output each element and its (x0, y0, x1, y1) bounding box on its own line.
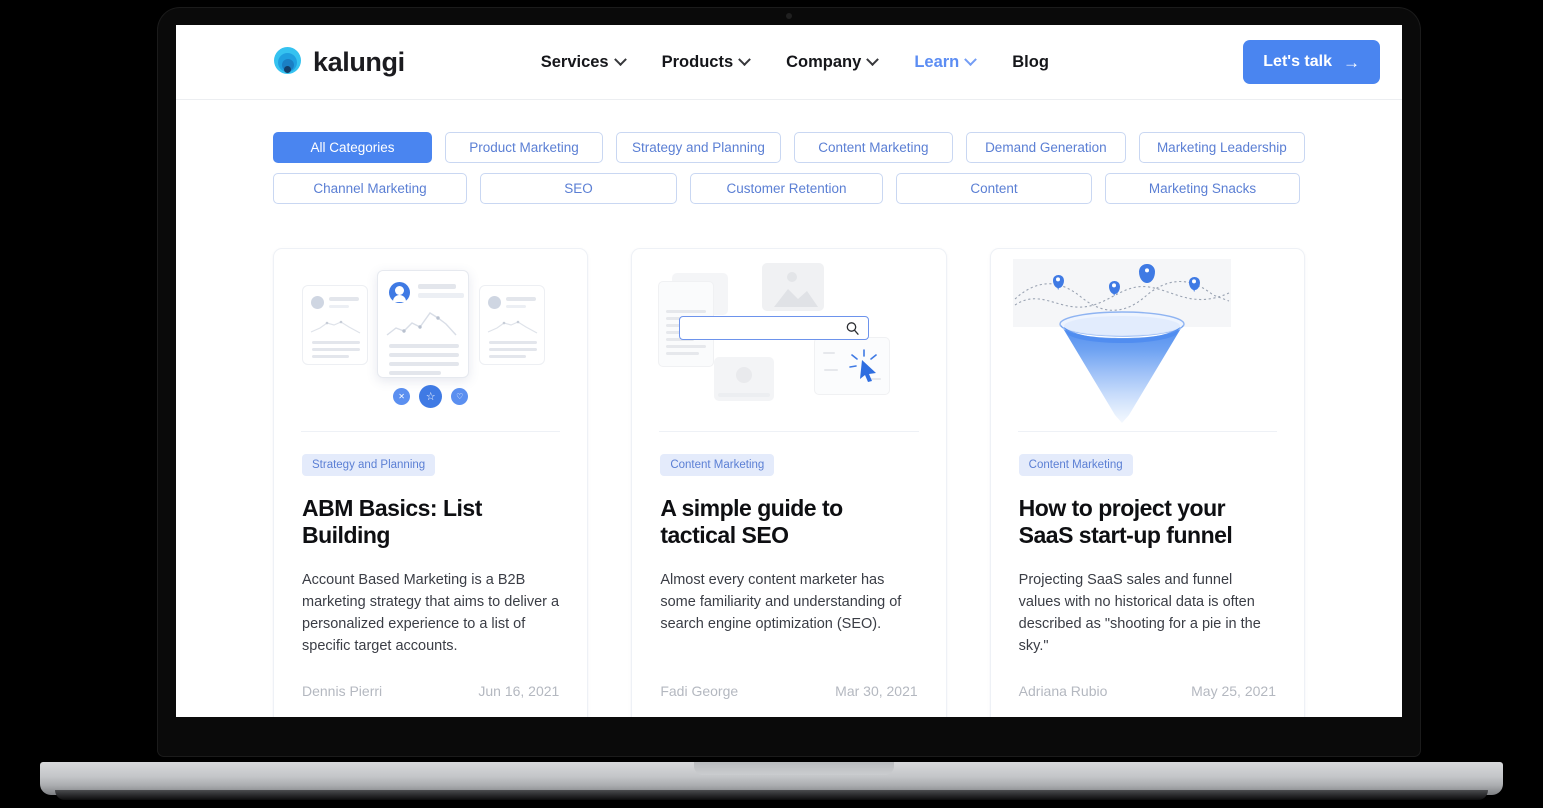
laptop-mockup: kalungi Services Products Company Learn (0, 0, 1543, 808)
location-pin-icon (1052, 275, 1064, 288)
article-grid: ✕ ☆ ♡ Strategy and Planning ABM Basics: … (176, 204, 1402, 717)
laptop-base-shadow (55, 790, 1488, 800)
nav-label: Company (786, 52, 862, 71)
ghost-image-placeholder-2 (714, 357, 775, 401)
kalungi-circles-logo-icon (273, 47, 303, 77)
filter-pill-customer-retention[interactable]: Customer Retention (690, 173, 883, 204)
nav-label: Services (540, 52, 609, 71)
chevron-down-icon (964, 52, 978, 66)
filter-pill-content-marketing[interactable]: Content Marketing (793, 132, 953, 163)
sales-funnel-illustration (991, 249, 1304, 431)
funnel-shape (1058, 311, 1185, 423)
card-footer: Adriana Rubio May 25, 2021 (991, 657, 1304, 717)
category-filter-bar: All Categories Product Marketing Strateg… (176, 100, 1402, 204)
brand-name: kalungi (313, 46, 405, 77)
profile-list-cards-illustration: ✕ ☆ ♡ (274, 249, 587, 431)
card-body: Content Marketing How to project your Sa… (991, 432, 1304, 657)
location-pin-icon (1108, 281, 1120, 294)
card-body: Strategy and Planning ABM Basics: List B… (274, 432, 587, 657)
nav-label: Learn (914, 52, 960, 71)
nav-label: Blog (1012, 52, 1049, 71)
card-author: Adriana Rubio (1018, 682, 1108, 699)
filter-pill-product-marketing[interactable]: Product Marketing (445, 132, 603, 163)
card-tag[interactable]: Content Marketing (660, 454, 775, 476)
main-nav: Services Products Company Learn Blog (541, 53, 1049, 72)
card-author: Dennis Pierri (302, 682, 383, 699)
search-input[interactable] (679, 316, 870, 340)
nav-item-learn[interactable]: Learn (914, 52, 978, 72)
card-body: Content Marketing A simple guide to tact… (632, 432, 945, 657)
location-pin-icon (1138, 264, 1155, 283)
card-title: How to project your SaaS start-up funnel (1018, 495, 1233, 548)
browser-viewport: kalungi Services Products Company Learn (176, 25, 1402, 717)
card-excerpt: Projecting SaaS sales and funnel values … (1018, 571, 1261, 654)
card-date: Mar 30, 2021 (835, 682, 918, 699)
article-card[interactable]: Content Marketing How to project your Sa… (989, 248, 1305, 717)
profile-card-right (479, 285, 545, 365)
card-date: Jun 16, 2021 (478, 682, 560, 699)
card-tag[interactable]: Strategy and Planning (302, 454, 436, 476)
filter-pill-marketing-snacks[interactable]: Marketing Snacks (1105, 173, 1300, 204)
ghost-panel (814, 337, 891, 395)
nav-item-services[interactable]: Services (540, 52, 627, 72)
filter-pill-marketing-leadership[interactable]: Marketing Leadership (1138, 132, 1305, 163)
card-action-row: ✕ ☆ ♡ (274, 385, 587, 408)
nav-item-blog[interactable]: Blog (1012, 53, 1049, 72)
location-pin-icon (1188, 277, 1200, 290)
card-tag[interactable]: Content Marketing (1018, 454, 1133, 476)
card-excerpt: Account Based Marketing is a B2B marketi… (302, 571, 560, 654)
arrow-right-icon: → (1343, 52, 1360, 72)
card-excerpt: Almost every content marketer has some f… (660, 571, 902, 632)
site-header: kalungi Services Products Company Learn (176, 25, 1402, 100)
nav-item-company[interactable]: Company (786, 52, 880, 72)
star-icon[interactable]: ☆ (419, 385, 443, 408)
chevron-down-icon (866, 52, 880, 66)
filter-pill-strategy-planning[interactable]: Strategy and Planning (616, 132, 781, 163)
card-footer: Fadi George Mar 30, 2021 (632, 657, 945, 717)
nav-label: Products (661, 52, 734, 71)
search-bar-seo-illustration (632, 249, 945, 431)
profile-card-left (302, 285, 368, 365)
profile-card-center (377, 270, 469, 378)
card-author: Fadi George (660, 682, 739, 699)
heart-icon[interactable]: ♡ (451, 388, 469, 405)
laptop-base-notch (694, 762, 894, 775)
filter-pill-content[interactable]: Content (896, 173, 1092, 204)
brand-logo[interactable]: kalungi (273, 47, 405, 78)
card-title: A simple guide to tactical SEO (660, 495, 843, 548)
chevron-down-icon (613, 52, 627, 66)
chevron-down-icon (738, 52, 752, 66)
card-title: ABM Basics: List Building (302, 495, 482, 548)
laptop-camera (786, 13, 792, 19)
nav-item-products[interactable]: Products (661, 52, 752, 72)
lets-talk-button[interactable]: Let's talk → (1243, 40, 1380, 84)
filter-pill-seo[interactable]: SEO (480, 173, 677, 204)
filter-pill-demand-generation[interactable]: Demand Generation (965, 132, 1126, 163)
ghost-image-placeholder (762, 263, 825, 311)
dismiss-icon[interactable]: ✕ (393, 388, 411, 405)
article-card[interactable]: ✕ ☆ ♡ Strategy and Planning ABM Basics: … (273, 248, 589, 717)
filter-pill-channel-marketing[interactable]: Channel Marketing (273, 173, 467, 204)
magnifier-icon (846, 321, 859, 335)
filter-pill-all-categories[interactable]: All Categories (273, 132, 432, 163)
article-card[interactable]: Content Marketing A simple guide to tact… (631, 248, 947, 717)
card-date: May 25, 2021 (1191, 682, 1276, 699)
cta-label: Let's talk (1263, 53, 1332, 70)
card-footer: Dennis Pierri Jun 16, 2021 (274, 657, 587, 717)
